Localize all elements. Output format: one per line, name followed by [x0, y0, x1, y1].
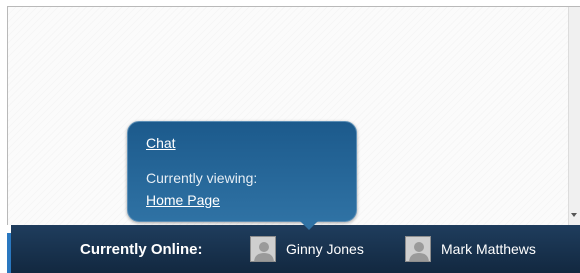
user-name[interactable]: Mark Matthews: [441, 241, 536, 257]
bar-edge-accent: [7, 233, 11, 273]
user-name[interactable]: Ginny Jones: [286, 241, 364, 257]
user-tooltip-popup: Chat Currently viewing: Home Page: [127, 121, 357, 230]
scroll-down-arrow-icon[interactable]: [571, 213, 577, 217]
currently-viewing-label: Currently viewing:: [146, 170, 258, 186]
vertical-scrollbar[interactable]: [568, 7, 580, 226]
chat-link[interactable]: Chat: [146, 135, 176, 151]
online-user-mark-matthews[interactable]: Mark Matthews: [405, 235, 536, 263]
tooltip-pointer: [300, 221, 318, 230]
viewing-page-link[interactable]: Home Page: [146, 192, 220, 208]
online-users-bar: Currently Online: Ginny Jones Mark Matth…: [0, 225, 580, 273]
bar-left-edge: [0, 225, 11, 273]
user-silhouette-icon: [405, 236, 431, 262]
currently-online-label: Currently Online:: [80, 241, 203, 258]
online-user-ginny-jones[interactable]: Ginny Jones: [250, 235, 364, 263]
user-silhouette-icon: [250, 236, 276, 262]
